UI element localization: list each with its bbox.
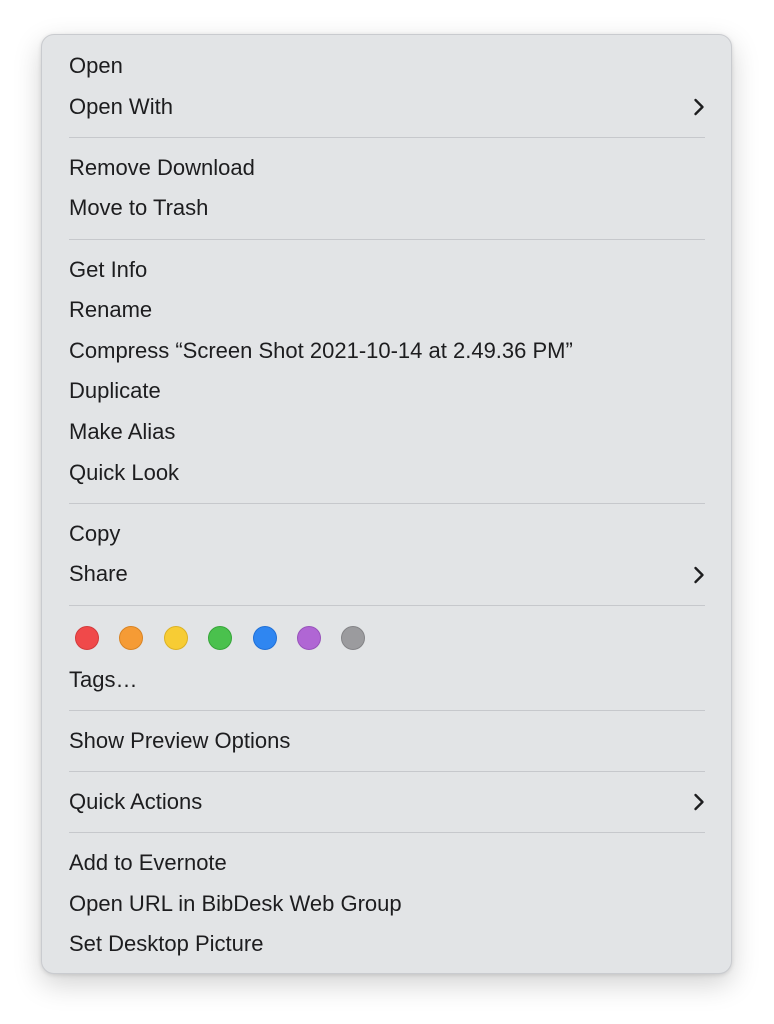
menu-separator — [69, 832, 705, 834]
tag-dot-red[interactable] — [75, 625, 99, 650]
tag-dot-purple[interactable] — [296, 625, 321, 650]
menu-item-open[interactable]: Open — [42, 46, 731, 87]
menu-item-move-to-trash[interactable]: Move to Trash — [42, 188, 731, 229]
menu-item-label: Open With — [69, 93, 173, 119]
menu-item-add-to-evernote[interactable]: Add to Evernote — [42, 843, 731, 884]
tag-dot-blue[interactable] — [252, 625, 277, 650]
tag-dot-green[interactable] — [208, 625, 233, 650]
menu-item-duplicate[interactable]: Duplicate — [42, 371, 731, 412]
menu-separator — [69, 502, 705, 504]
menu-item-copy[interactable]: Copy — [42, 514, 731, 555]
menu-separator — [69, 709, 705, 711]
menu-separator — [69, 136, 705, 138]
tag-dot-gray[interactable] — [341, 625, 366, 650]
tag-color-row — [42, 616, 731, 660]
menu-item-open-url-bibdesk[interactable]: Open URL in BibDesk Web Group — [42, 884, 731, 925]
tag-dot-orange[interactable] — [119, 625, 144, 650]
menu-item-label: Share — [69, 561, 128, 587]
menu-item-share[interactable]: Share — [42, 554, 731, 595]
menu-separator — [69, 238, 705, 240]
chevron-right-icon — [691, 782, 707, 823]
chevron-right-icon — [691, 554, 707, 595]
menu-item-make-alias[interactable]: Make Alias — [42, 412, 731, 453]
menu-item-rename[interactable]: Rename — [42, 290, 731, 331]
menu-item-compress[interactable]: Compress “Screen Shot 2021-10-14 at 2.49… — [42, 331, 731, 372]
menu-item-quick-actions[interactable]: Quick Actions — [42, 782, 731, 823]
menu-item-set-desktop-picture[interactable]: Set Desktop Picture — [42, 924, 731, 965]
menu-item-open-with[interactable]: Open With — [42, 87, 731, 128]
chevron-right-icon — [691, 87, 707, 128]
tag-dot-yellow[interactable] — [163, 625, 188, 650]
menu-item-remove-download[interactable]: Remove Download — [42, 148, 731, 189]
menu-separator — [69, 604, 705, 606]
menu-item-quick-look[interactable]: Quick Look — [42, 453, 731, 494]
context-menu: Open Open With Remove Download Move to T… — [41, 34, 732, 974]
menu-separator — [69, 771, 705, 773]
menu-item-label: Quick Actions — [69, 788, 203, 814]
menu-item-tags[interactable]: Tags… — [42, 660, 731, 701]
menu-item-show-preview-options[interactable]: Show Preview Options — [42, 721, 731, 762]
menu-item-get-info[interactable]: Get Info — [42, 250, 731, 291]
